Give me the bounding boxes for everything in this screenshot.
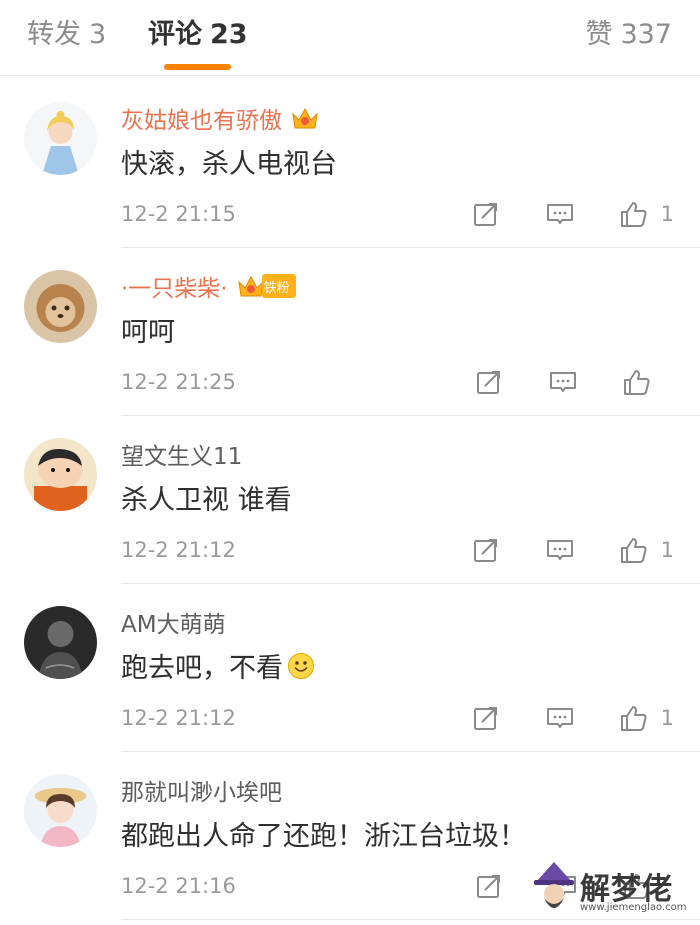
comment-item: ·一只柴柴· 铁粉 呵呵 12-2 21:25 [0, 248, 700, 416]
comment-actions: 1 [471, 700, 674, 736]
avatar-image [24, 774, 97, 847]
like-button[interactable]: 1 [619, 703, 674, 733]
comment-icon [550, 876, 576, 896]
like-button[interactable]: 1 [619, 535, 674, 565]
repost-button[interactable] [471, 535, 501, 565]
divider [121, 919, 700, 920]
like-button[interactable] [622, 367, 674, 397]
avatar[interactable] [24, 102, 97, 175]
reply-button[interactable] [548, 871, 578, 901]
username[interactable]: 灰姑娘也有骄傲 [121, 101, 282, 135]
avatar[interactable] [24, 270, 97, 343]
comment-text-content: 快滚，杀人电视台 [121, 149, 337, 180]
repost-button[interactable] [471, 199, 501, 229]
tab-reposts-count: 3 [89, 19, 107, 50]
avatar[interactable] [24, 438, 97, 511]
tab-reposts-label: 转发 [27, 19, 81, 50]
comment-icon [550, 372, 576, 392]
thumbs-up-icon [624, 874, 650, 899]
avatar-image [24, 270, 97, 343]
avatar-image [24, 102, 97, 175]
comment-header: AM大萌萌 [121, 604, 226, 640]
comment-icon [546, 708, 573, 728]
like-count: 1 [660, 706, 674, 730]
comment-text-content: 跑去吧，不看 [121, 653, 283, 684]
tab-reposts[interactable]: 转发 3 [27, 16, 106, 54]
comment-actions: 1 [471, 532, 674, 568]
comment-actions [474, 364, 674, 400]
comment-time: 12-2 21:15 [121, 202, 236, 226]
comment-icon [546, 540, 573, 560]
username[interactable]: ·一只柴柴· [121, 269, 228, 303]
comment-time: 12-2 21:25 [121, 370, 236, 394]
comment-text-content: 呵呵 [121, 317, 175, 348]
avatar-image [24, 606, 97, 679]
comment-time: 12-2 21:16 [121, 874, 236, 898]
comment-actions [474, 868, 674, 904]
username[interactable]: 望文生义11 [121, 437, 242, 471]
comment-text-content: 杀人卫视 谁看 [121, 485, 292, 516]
tab-bar: 转发 3 评论 23 赞 337 [0, 0, 700, 76]
comment-item: 灰姑娘也有骄傲 快滚，杀人电视台 12-2 21:15 1 [0, 80, 700, 248]
reply-button[interactable] [548, 367, 578, 397]
comment-text: 快滚，杀人电视台 [121, 142, 337, 181]
comment-icon [546, 204, 573, 224]
thumbs-up-icon [624, 370, 650, 395]
tab-comments-label: 评论 [148, 19, 202, 50]
comment-text: 跑去吧，不看 [121, 646, 315, 685]
username[interactable]: 那就叫渺小埃吧 [121, 773, 282, 807]
repost-icon [473, 203, 497, 226]
active-tab-indicator [164, 64, 231, 70]
comment-item: AM大萌萌 跑去吧，不看 12-2 21:12 1 [0, 584, 700, 752]
comment-text-content: 都跑出人命了还跑！浙江台垃圾！ [121, 821, 526, 852]
comment-header: 那就叫渺小埃吧 [121, 772, 282, 808]
comment-item: 那就叫渺小埃吧 都跑出人命了还跑！浙江台垃圾！ 12-2 21:16 [0, 752, 700, 920]
tab-comments[interactable]: 评论 23 [148, 16, 248, 54]
thumbs-up-icon [620, 706, 647, 731]
repost-button[interactable] [471, 703, 501, 733]
reply-button[interactable] [545, 703, 575, 733]
avatar-image [24, 438, 97, 511]
repost-button[interactable] [474, 871, 504, 901]
tab-comments-count: 23 [210, 19, 248, 50]
comment-text: 呵呵 [121, 310, 175, 349]
repost-icon [473, 539, 497, 562]
repost-button[interactable] [474, 367, 504, 397]
fan-label: 铁粉 [261, 274, 296, 298]
tab-likes-label: 赞 [585, 19, 613, 50]
crown-badge-icon[interactable] [290, 104, 320, 132]
like-button[interactable]: 1 [619, 199, 674, 229]
username[interactable]: AM大萌萌 [121, 605, 226, 639]
like-button[interactable] [622, 871, 674, 901]
comment-text: 都跑出人命了还跑！浙江台垃圾！ [121, 814, 526, 853]
comment-item: 望文生义11 杀人卫视 谁看 12-2 21:12 1 [0, 416, 700, 584]
tab-likes[interactable]: 赞 337 [585, 16, 672, 54]
comment-header: ·一只柴柴· 铁粉 [121, 268, 296, 304]
thumbs-up-icon [620, 538, 647, 563]
thumbs-up-icon [620, 202, 647, 227]
comment-actions: 1 [471, 196, 674, 232]
smile-emoji-icon [288, 652, 314, 679]
repost-icon [477, 875, 500, 898]
avatar[interactable] [24, 774, 97, 847]
reply-button[interactable] [545, 199, 575, 229]
repost-icon [477, 371, 500, 394]
tab-likes-count: 337 [620, 19, 672, 50]
comment-text: 杀人卫视 谁看 [121, 478, 292, 517]
like-count: 1 [660, 538, 674, 562]
comment-time: 12-2 21:12 [121, 538, 236, 562]
avatar[interactable] [24, 606, 97, 679]
comment-header: 灰姑娘也有骄傲 [121, 100, 320, 136]
reply-button[interactable] [545, 535, 575, 565]
repost-icon [473, 707, 497, 730]
like-count: 1 [660, 202, 674, 226]
comment-time: 12-2 21:12 [121, 706, 236, 730]
fan-badge[interactable]: 铁粉 [236, 272, 296, 300]
comment-header: 望文生义11 [121, 436, 242, 472]
